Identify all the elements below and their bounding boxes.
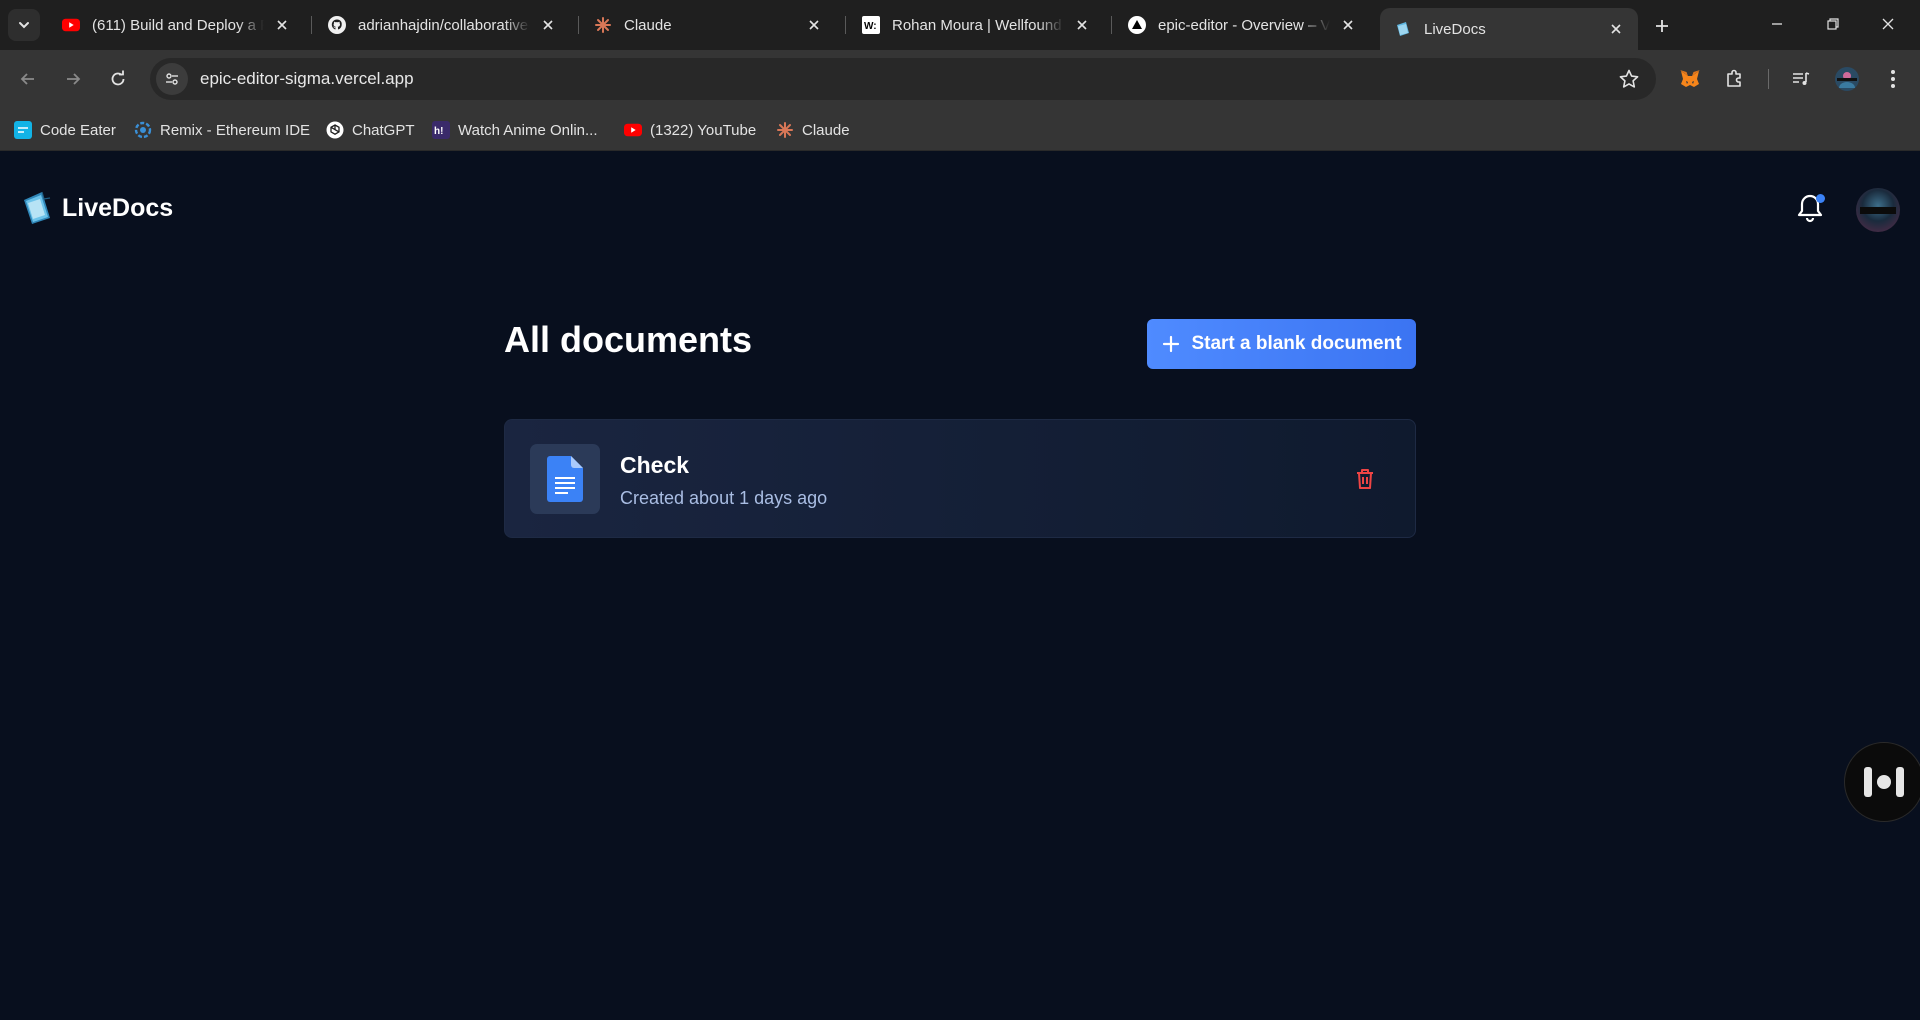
tab-search-button[interactable] [8, 9, 40, 41]
document-file-icon [547, 456, 583, 502]
bookmark-claude[interactable]: Claude [776, 118, 850, 142]
bookmark-label: (1322) YouTube [650, 121, 757, 139]
bookmark-chatgpt[interactable]: ChatGPT [326, 118, 415, 142]
plus-icon [1656, 20, 1668, 32]
queue-music-icon [1793, 72, 1810, 85]
github-icon [328, 16, 346, 34]
bookmark-label: Remix - Ethereum IDE [160, 121, 311, 139]
trash-icon[interactable] [1354, 467, 1376, 491]
svg-text:W:: W: [864, 21, 877, 32]
close-window-button[interactable] [1866, 6, 1910, 42]
tab-livedocs[interactable]: LiveDocs [1380, 8, 1638, 50]
tab-claude[interactable]: Claude [580, 8, 836, 42]
restore-icon [1827, 18, 1839, 30]
brand-name: LiveDocs [62, 193, 174, 222]
livedocs-logo-icon [24, 191, 51, 224]
plus-icon [1163, 335, 1180, 353]
close-icon[interactable] [804, 15, 824, 35]
browser-toolbar: epic-editor-sigma.vercel.app [0, 50, 1920, 108]
forward-button[interactable] [59, 65, 87, 93]
document-created-date: Created about 1 days ago [620, 488, 828, 508]
bookmark-youtube[interactable]: (1322) YouTube [624, 118, 756, 142]
close-icon[interactable] [538, 15, 558, 35]
bookmark-label: ChatGPT [352, 121, 415, 139]
reload-button[interactable] [104, 65, 132, 93]
notification-indicator [1816, 194, 1825, 203]
close-icon[interactable] [1606, 19, 1626, 39]
tune-icon [166, 73, 178, 85]
vercel-icon [1128, 16, 1146, 34]
tab-title: LiveDocs [1424, 20, 1486, 38]
livedocs-page: LiveDocs All documents Start a blank doc… [0, 152, 1920, 1020]
tab-title: epic-editor - Overview – Ve [1158, 16, 1330, 34]
puzzle-icon [1727, 69, 1741, 87]
claude-icon [776, 121, 794, 139]
media-widget-icon [1864, 767, 1904, 797]
tab-title: Claude [624, 16, 672, 34]
metamask-fox-icon [1680, 70, 1700, 87]
metamask-extension[interactable] [1676, 65, 1704, 93]
minimize-icon [1772, 23, 1782, 25]
tab-vercel[interactable]: epic-editor - Overview – Ve [1114, 8, 1370, 42]
close-icon[interactable] [1338, 15, 1358, 35]
youtube-icon [624, 121, 642, 139]
wellfound-icon: W: [862, 16, 880, 34]
close-icon[interactable] [1072, 15, 1092, 35]
tab-title: (611) Build and Deploy a R [92, 16, 264, 34]
profile-avatar-icon [1835, 67, 1859, 91]
tab-title: Rohan Moura | Wellfound ( [892, 16, 1064, 34]
start-blank-document-label: Start a blank document [1191, 333, 1402, 354]
document-title: Check [620, 452, 690, 478]
close-icon [1882, 18, 1894, 30]
document-list-item[interactable]: Check Created about 1 days ago [504, 419, 1416, 538]
bookmark-anime[interactable]: h! Watch Anime Onlin... [432, 118, 598, 142]
restore-button[interactable] [1811, 6, 1855, 42]
tab-youtube-build[interactable]: (611) Build and Deploy a R [48, 8, 304, 42]
arrow-left-icon [20, 73, 34, 85]
reload-icon [111, 70, 125, 86]
bookmark-remix[interactable]: Remix - Ethereum IDE [134, 118, 310, 142]
chevron-down-icon [19, 22, 29, 29]
back-button[interactable] [14, 65, 42, 93]
bookmarks-bar: Code Eater Remix - Ethereum IDE ChatGPT … [0, 108, 1920, 151]
chatgpt-icon [326, 121, 344, 139]
claude-icon [594, 16, 612, 34]
page-title: All documents [504, 319, 753, 360]
tab-wellfound[interactable]: W: Rohan Moura | Wellfound ( [848, 8, 1104, 42]
more-vertical-icon [1891, 70, 1895, 88]
address-bar[interactable]: epic-editor-sigma.vercel.app [150, 58, 1656, 100]
profile-button[interactable] [1833, 65, 1861, 93]
remix-icon [134, 121, 152, 139]
extensions-button[interactable] [1721, 65, 1749, 93]
tab-github[interactable]: adrianhajdin/collaborative- [314, 8, 570, 42]
youtube-icon [62, 16, 80, 34]
bookmark-label: Claude [802, 121, 850, 139]
bookmark-label: Watch Anime Onlin... [458, 121, 598, 139]
tab-strip: (611) Build and Deploy a R adrianhajdin/… [0, 0, 1920, 50]
media-controls-button[interactable] [1787, 65, 1815, 93]
livedocs-icon [1394, 20, 1412, 38]
user-avatar[interactable] [1856, 188, 1900, 232]
start-blank-document-button[interactable]: Start a blank document [1147, 319, 1416, 369]
bookmark-label: Code Eater [40, 121, 116, 139]
new-tab-button[interactable] [1648, 12, 1676, 40]
document-thumbnail [530, 444, 600, 514]
bookmark-code-eater[interactable]: Code Eater [14, 118, 116, 142]
browser-menu-button[interactable] [1879, 65, 1907, 93]
site-info-button[interactable] [156, 63, 188, 95]
tab-title: adrianhajdin/collaborative- [358, 16, 530, 34]
code-eater-icon [14, 121, 32, 139]
brand-logo-link[interactable]: LiveDocs [22, 190, 173, 226]
svg-text:h!: h! [434, 126, 443, 136]
close-icon[interactable] [272, 15, 292, 35]
floating-widget-button[interactable] [1844, 742, 1920, 822]
hianime-icon: h! [432, 121, 450, 139]
url-text[interactable]: epic-editor-sigma.vercel.app [200, 69, 414, 89]
bookmark-star-icon[interactable] [1618, 68, 1640, 90]
minimize-button[interactable] [1755, 6, 1799, 42]
arrow-right-icon [67, 73, 81, 85]
